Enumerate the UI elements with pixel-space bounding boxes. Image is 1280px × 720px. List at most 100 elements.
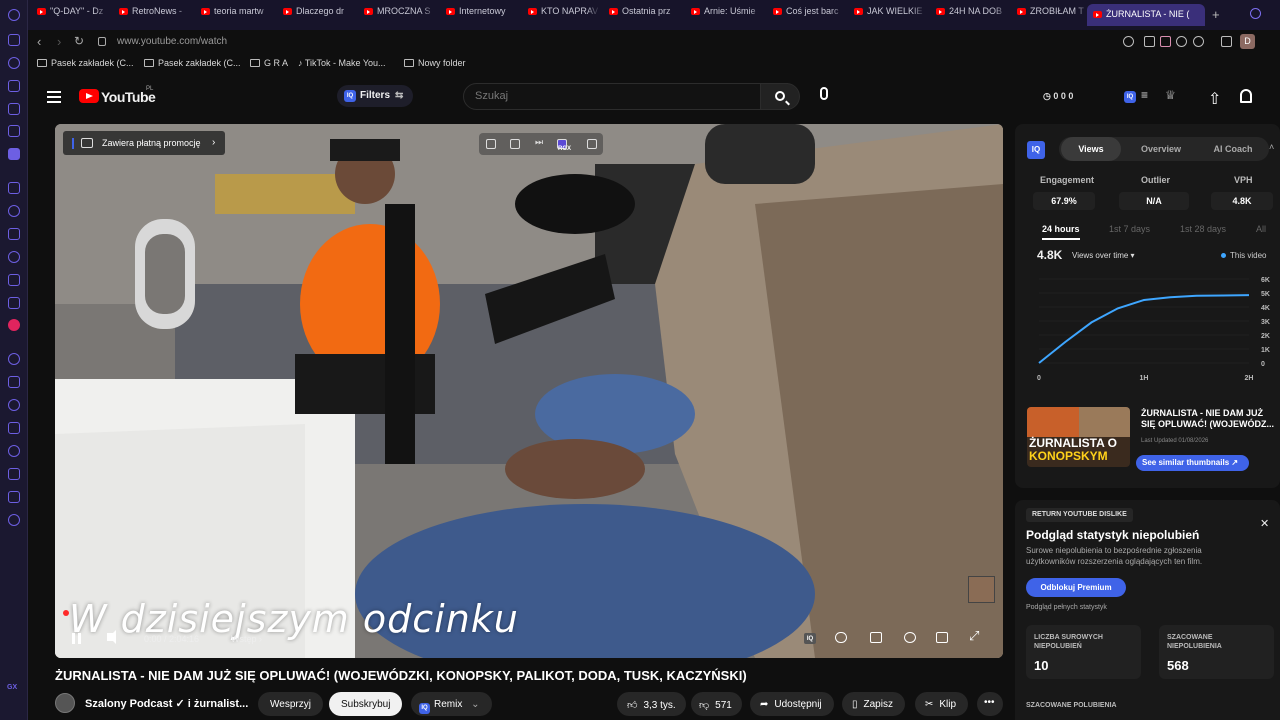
extensions-icon[interactable] (8, 491, 20, 503)
send-icon[interactable] (1176, 36, 1187, 47)
tab[interactable]: KTO NAPRAV (528, 6, 600, 24)
bookmark-folder[interactable]: Nowy folder (404, 58, 466, 68)
chart-metric-dropdown[interactable]: Views over time ▾ (1072, 251, 1135, 260)
clip-button[interactable]: ✂ Klip (915, 692, 969, 716)
compass-icon[interactable] (8, 57, 20, 69)
playlist-icon[interactable]: ≡ (1141, 88, 1148, 102)
captions-icon[interactable] (870, 632, 882, 643)
channel-avatar[interactable] (55, 693, 75, 713)
tab[interactable]: ZROBIŁAM T (1017, 6, 1089, 24)
vidiq-header-stats[interactable]: ◷ 0 0 0 (1043, 91, 1073, 102)
upload-icon[interactable]: ⇧ (1208, 89, 1221, 109)
chat-icon[interactable] (8, 353, 20, 365)
theater-mode-icon[interactable] (936, 632, 948, 643)
menu-icon[interactable] (47, 91, 61, 103)
tab-overview[interactable]: Overview (1127, 137, 1195, 161)
pin-icon[interactable] (1123, 36, 1134, 47)
settings-icon[interactable] (904, 632, 916, 643)
tab-views[interactable]: Views (1061, 137, 1121, 161)
tab[interactable]: MROCZNA S (364, 6, 436, 24)
tab[interactable]: JAK WIELKIE (854, 6, 926, 24)
collapse-icon[interactable]: ˄ (1269, 142, 1274, 152)
tab[interactable]: teoria martw (201, 6, 273, 24)
rgx-button[interactable]: RGX (557, 139, 571, 152)
x-icon[interactable] (8, 274, 20, 286)
shield-icon[interactable] (1160, 36, 1171, 47)
tab-ai-coach[interactable]: AI Coach (1199, 137, 1267, 161)
tab-active[interactable]: ŻURNALISTA - NIE ( (1087, 4, 1205, 26)
search-button[interactable] (760, 83, 800, 110)
vidiq-icon[interactable]: IQ (1124, 91, 1136, 103)
channel-watermark[interactable] (968, 576, 995, 603)
autoplay-toggle[interactable] (835, 632, 847, 643)
list-icon[interactable] (8, 422, 20, 434)
heart-icon[interactable] (8, 399, 20, 411)
twitch-icon[interactable] (8, 182, 20, 194)
youtube-icon[interactable] (8, 319, 20, 331)
popout-icon[interactable] (510, 139, 520, 149)
pause-icon[interactable] (72, 633, 81, 644)
trophy-icon[interactable]: ♕ (1165, 88, 1176, 102)
play-icon[interactable] (8, 376, 20, 388)
search-input[interactable]: Szukaj (463, 83, 788, 110)
remix-button[interactable]: IQ Remix ⌄ (411, 692, 492, 716)
menu-icon[interactable] (8, 9, 20, 21)
youtube-logo-icon[interactable] (79, 89, 99, 103)
settings-icon[interactable] (8, 514, 20, 526)
period-tab[interactable]: All (1256, 224, 1266, 234)
bookmark-folder[interactable]: Pasek zakładek (C... (37, 58, 134, 68)
apps-icon[interactable] (8, 148, 20, 160)
url-field[interactable]: www.youtube.com/watch (117, 36, 227, 47)
notifications-icon[interactable] (1240, 89, 1252, 103)
messenger-icon[interactable] (8, 205, 20, 217)
dislike-button[interactable]: 👎︎ 571 (691, 692, 742, 716)
tab[interactable]: Arnie: Uśmie (691, 6, 763, 24)
tab[interactable]: Coś jest barc (773, 6, 845, 24)
video-thumbnail[interactable]: ŻURNALISTA O KONOPSKYM (1027, 407, 1130, 467)
similar-thumbnails-button[interactable]: See similar thumbnails ↗ (1136, 455, 1249, 471)
paid-promotion-badge[interactable]: Zawiera płatną promocję › (63, 131, 225, 155)
period-tab[interactable]: 1st 7 days (1109, 224, 1150, 234)
extensions-icon[interactable] (1221, 36, 1232, 47)
telegram-icon[interactable] (8, 228, 20, 240)
filters-button[interactable]: IQ Filters ⇆ (337, 85, 413, 107)
skip-icon[interactable]: ⏭ (535, 137, 545, 147)
download-icon[interactable] (8, 468, 20, 480)
share-button[interactable]: ➦ Udostępnij (750, 692, 834, 716)
close-icon[interactable]: ✕ (1260, 517, 1269, 530)
more-actions-button[interactable]: ••• (977, 692, 1003, 716)
channel-name[interactable]: Szalony Podcast ✓ i żurnalist... (85, 697, 248, 710)
save-button[interactable]: ▯ Zapisz (842, 692, 905, 716)
video-player[interactable]: Zawiera płatną promocję › ⏭ RGX W dzisie… (55, 124, 1003, 658)
tab-search-icon[interactable] (1250, 8, 1261, 19)
history-icon[interactable] (8, 445, 20, 457)
tab[interactable]: Ostatnia prz (609, 6, 681, 24)
microphone-icon[interactable] (820, 87, 828, 100)
tab[interactable]: RetroNews - (119, 6, 191, 24)
support-button[interactable]: Wesprzyj (258, 692, 323, 716)
theater-icon[interactable] (587, 139, 597, 149)
reload-icon[interactable]: ↻ (74, 34, 84, 48)
heart-icon[interactable] (1193, 36, 1204, 47)
bookmark-folder[interactable]: G R A (250, 58, 288, 68)
volume-icon[interactable] (107, 630, 116, 644)
chapter-label[interactable]: Wstęp › (231, 634, 262, 644)
mail-icon[interactable] (8, 34, 20, 46)
new-tab-button[interactable]: + (1212, 7, 1220, 22)
period-tab[interactable]: 24 hours (1042, 224, 1080, 240)
fullscreen-icon[interactable]: ⤢ (969, 628, 981, 643)
back-icon[interactable]: ‹ (37, 34, 41, 49)
tab[interactable]: Internetowy (446, 6, 518, 24)
tab[interactable]: Dlaczego dr (283, 6, 355, 24)
discord-icon[interactable] (8, 297, 20, 309)
bookmark-tiktok[interactable]: ♪ TikTok - Make You... (298, 58, 386, 68)
forward-icon[interactable]: › (57, 34, 61, 49)
vidiq-icon[interactable]: IQ (804, 633, 816, 644)
user-icon[interactable] (8, 103, 20, 115)
unlock-premium-button[interactable]: Odblokuj Premium (1026, 578, 1126, 597)
screenshot-icon[interactable] (1144, 36, 1155, 47)
profile-avatar[interactable]: D (1240, 34, 1255, 49)
image-icon[interactable] (8, 125, 20, 137)
tab[interactable]: "Q-DAY" - Dz (37, 6, 109, 24)
period-tab[interactable]: 1st 28 days (1180, 224, 1226, 234)
